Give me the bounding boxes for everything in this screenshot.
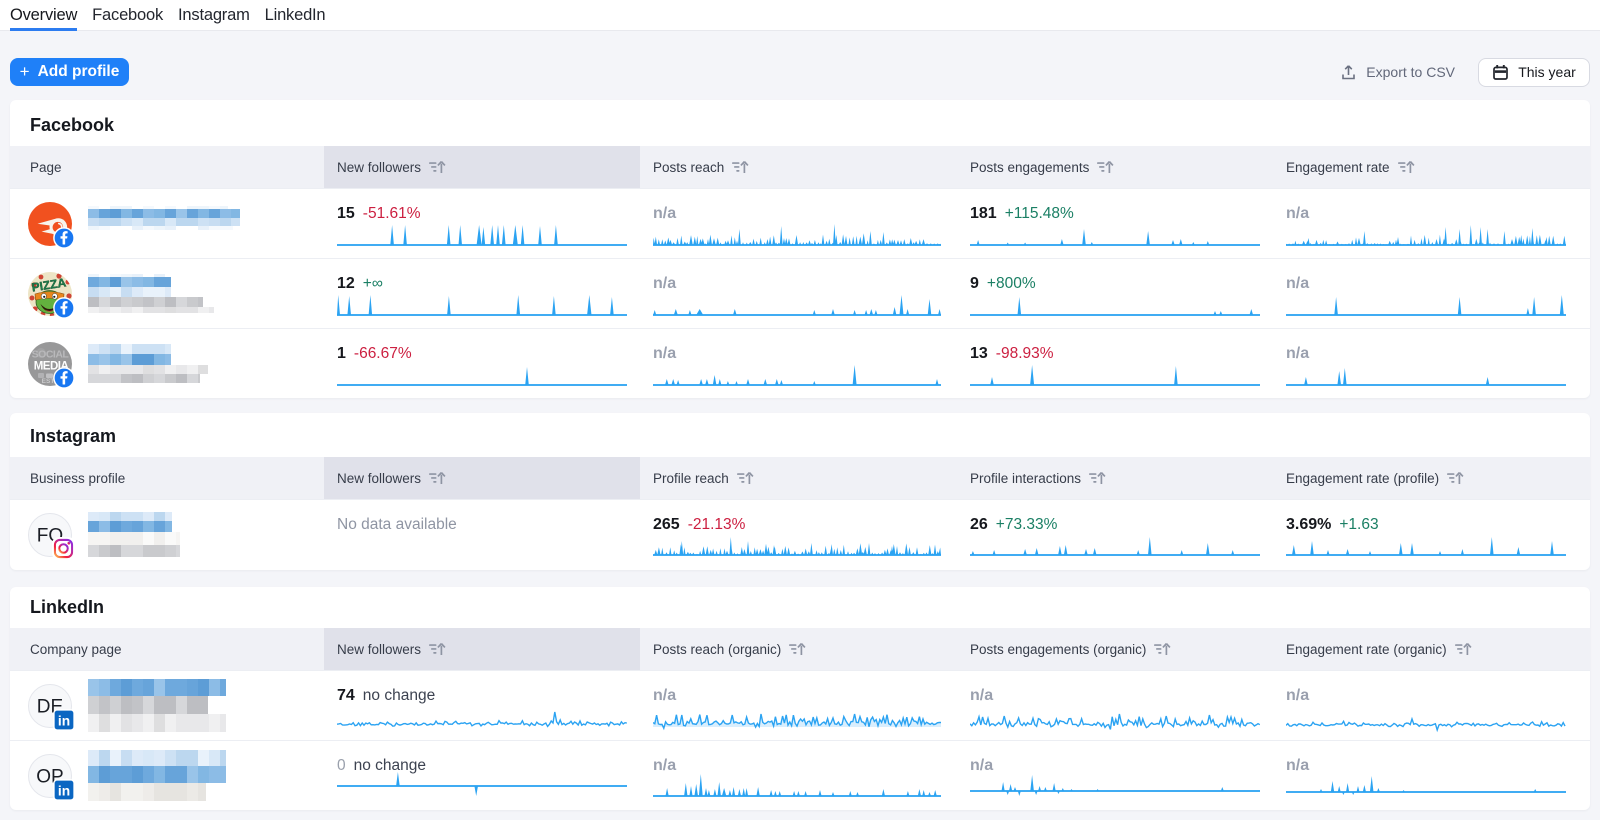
svg-text:in: in <box>58 713 70 728</box>
svg-text:SOCIAL: SOCIAL <box>32 348 70 360</box>
svg-text:in: in <box>58 783 70 798</box>
